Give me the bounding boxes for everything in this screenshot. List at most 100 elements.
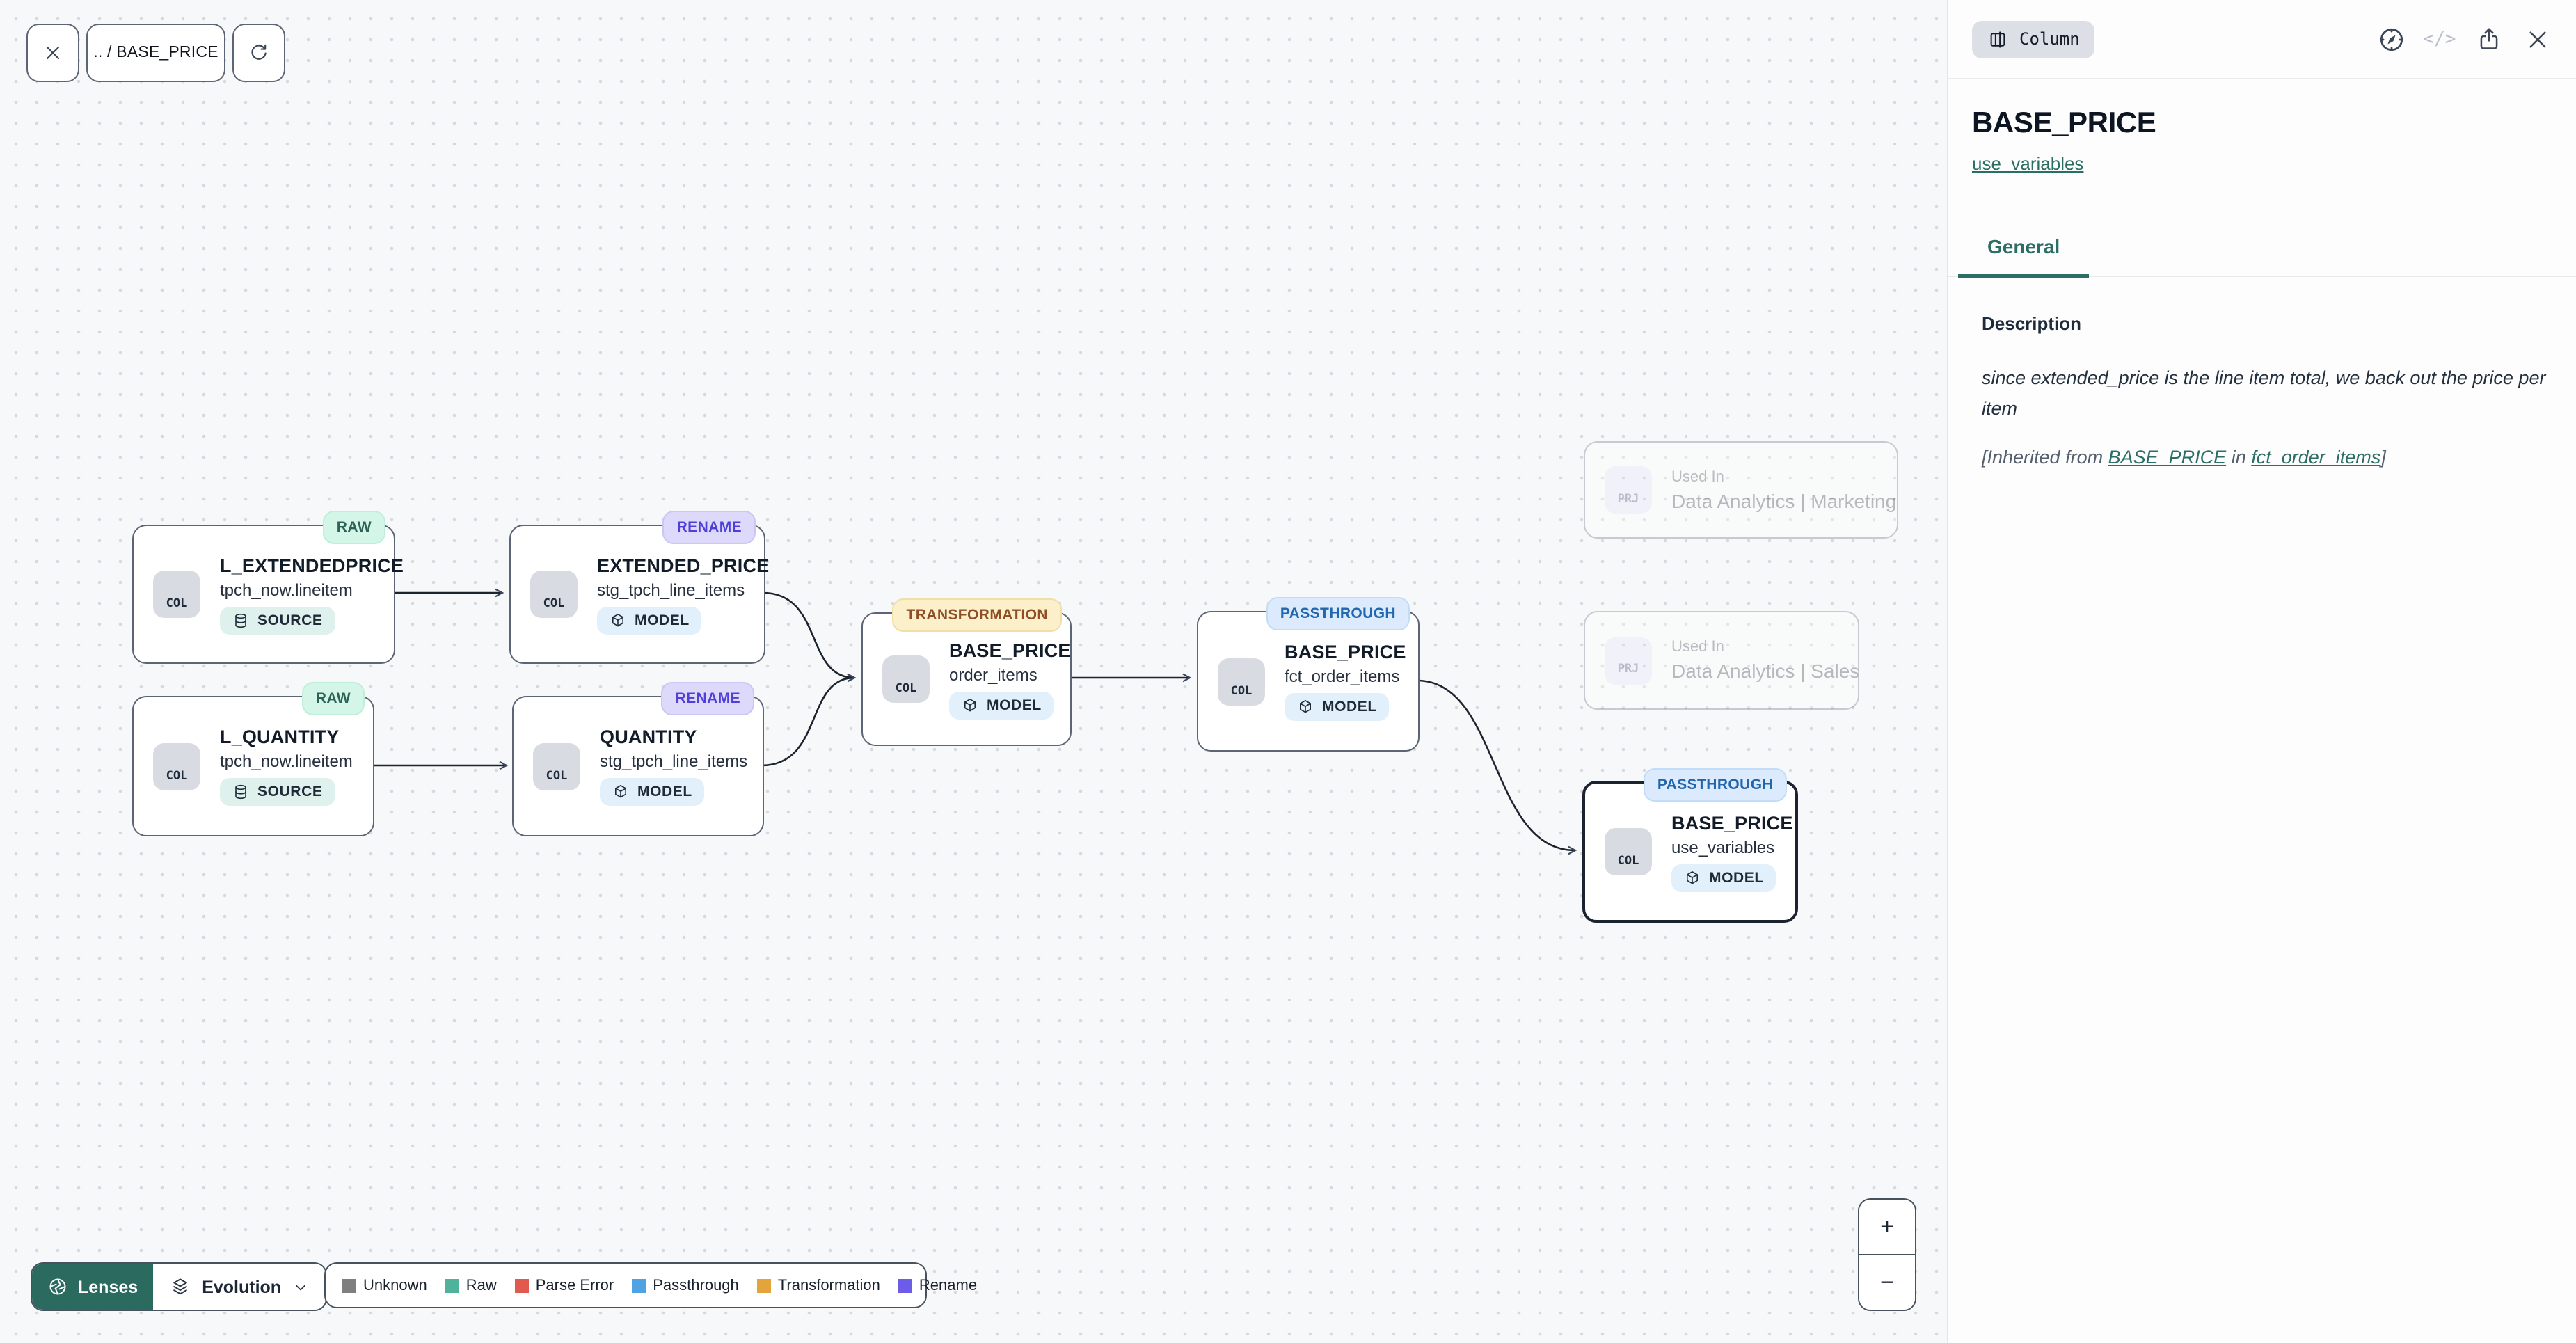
- zoom-out-button[interactable]: −: [1859, 1255, 1915, 1310]
- columns-icon: [166, 578, 187, 598]
- share-button[interactable]: [2472, 22, 2505, 56]
- cube-icon: [612, 784, 629, 800]
- cube-icon: [610, 612, 626, 628]
- refresh-icon: [248, 42, 270, 64]
- used-in-node-sales[interactable]: PRJ Used In Data Analytics | Sales: [1584, 611, 1859, 710]
- columns-icon: [546, 749, 567, 770]
- node-text: L_QUANTITY tpch_now.lineitem SOURCE: [220, 726, 353, 806]
- columns-icon: [1987, 29, 2008, 49]
- inherited-note: [Inherited from BASE_PRICE in fct_order_…: [1982, 443, 2555, 472]
- columns-icon: [166, 749, 187, 770]
- col-label: COL: [1618, 856, 1639, 868]
- lens-badge-rename: RENAME: [662, 682, 754, 715]
- legend-item-raw: Raw: [445, 1277, 497, 1294]
- close-icon: [42, 42, 64, 64]
- kind-label: MODEL: [1322, 699, 1377, 715]
- lenses-button[interactable]: Lenses: [32, 1264, 153, 1310]
- node-extended-price[interactable]: RENAME COL EXTENDED_PRICE stg_tpch_line_…: [509, 525, 765, 664]
- node-body: COL QUANTITY stg_tpch_line_items MODEL: [514, 697, 763, 835]
- used-in-name: Data Analytics | Sales: [1671, 660, 1859, 682]
- archive-icon: [1619, 644, 1638, 664]
- project-type-chip: PRJ: [1605, 466, 1652, 514]
- used-in-text: Used In Data Analytics | Marketing: [1671, 468, 1896, 511]
- node-title: QUANTITY: [600, 726, 697, 747]
- inherited-column-link[interactable]: BASE_PRICE: [2108, 447, 2227, 468]
- navigate-button[interactable]: [2374, 22, 2408, 56]
- lens-badge-rename: RENAME: [663, 511, 756, 544]
- column-type-chip: COL: [1605, 828, 1652, 875]
- breadcrumb[interactable]: .. / BASE_PRICE: [86, 24, 225, 82]
- kind-pill: SOURCE: [220, 778, 335, 806]
- node-base-price-order-items[interactable]: TRANSFORMATION COL BASE_PRICE order_item…: [861, 612, 1072, 746]
- columns-icon: [1618, 835, 1639, 856]
- close-panel-button[interactable]: [2520, 22, 2554, 56]
- column-type-chip: COL: [153, 571, 200, 618]
- prj-label: PRJ: [1618, 664, 1639, 676]
- col-label: COL: [546, 770, 568, 783]
- column-type-chip: COL: [882, 655, 930, 703]
- used-in-node-marketing[interactable]: PRJ Used In Data Analytics | Marketing: [1584, 441, 1898, 539]
- node-title: BASE_PRICE: [1671, 812, 1793, 833]
- node-l-extendedprice[interactable]: RAW COL L_EXTENDEDPRICE tpch_now.lineite…: [132, 525, 395, 664]
- legend-item-parse-error: Parse Error: [515, 1277, 614, 1294]
- model-link[interactable]: use_variables: [1972, 153, 2083, 174]
- node-body: COL BASE_PRICE order_items MODEL: [863, 614, 1070, 745]
- legend-item-transformation: Transformation: [757, 1277, 880, 1294]
- lens-view-dropdown[interactable]: Evolution: [153, 1264, 326, 1310]
- edge-fctorderitems-usevariables: [1417, 681, 1575, 850]
- node-title: BASE_PRICE: [949, 639, 1071, 660]
- legend-item-passthrough: Passthrough: [632, 1277, 739, 1294]
- kind-label: MODEL: [1709, 869, 1764, 886]
- node-subtitle: use_variables: [1671, 837, 1774, 857]
- zoom-in-button[interactable]: +: [1859, 1200, 1915, 1255]
- columns-icon: [1231, 665, 1252, 685]
- database-icon: [232, 612, 249, 628]
- model-link-row: use_variables: [1972, 153, 2554, 174]
- col-label: COL: [896, 683, 917, 696]
- col-label: COL: [543, 598, 565, 611]
- code-icon[interactable]: </>: [2423, 22, 2456, 56]
- lens-view-label: Evolution: [202, 1277, 281, 1296]
- kind-pill: SOURCE: [220, 606, 335, 634]
- node-subtitle: stg_tpch_line_items: [600, 752, 747, 771]
- col-label: COL: [166, 770, 188, 783]
- inherited-model-link[interactable]: fct_order_items: [2251, 447, 2380, 468]
- project-type-chip: PRJ: [1605, 637, 1652, 684]
- kind-label: SOURCE: [257, 612, 322, 628]
- description-text: since extended_price is the line item to…: [1982, 363, 2555, 424]
- columns-icon: [543, 578, 564, 598]
- node-title: BASE_PRICE: [1285, 642, 1406, 662]
- lenses-label: Lenses: [78, 1277, 138, 1296]
- cube-icon: [962, 697, 978, 713]
- node-l-quantity[interactable]: RAW COL L_QUANTITY tpch_now.lineitem SOU…: [132, 696, 374, 836]
- page-title: BASE_PRICE: [1972, 107, 2554, 141]
- columns-icon: [896, 662, 916, 683]
- node-title: EXTENDED_PRICE: [597, 555, 769, 575]
- lens-badge-passthrough: PASSTHROUGH: [1266, 597, 1410, 630]
- kind-label: MODEL: [637, 784, 692, 800]
- panel-body: Description since extended_price is the …: [1948, 277, 2576, 472]
- compass-icon: [2376, 24, 2406, 54]
- kind-label: MODEL: [635, 612, 690, 628]
- legend-swatch: [632, 1278, 646, 1292]
- col-label: COL: [1231, 685, 1253, 698]
- refresh-button[interactable]: [232, 24, 285, 82]
- node-text: BASE_PRICE use_variables MODEL: [1671, 812, 1793, 891]
- node-body: COL BASE_PRICE use_variables MODEL: [1585, 784, 1795, 920]
- kind-pill: MODEL: [1285, 693, 1390, 721]
- lens-legend: Unknown Raw Parse Error Passthrough Tran…: [324, 1262, 927, 1308]
- node-title: L_EXTENDEDPRICE: [220, 555, 404, 575]
- close-graph-button[interactable]: [26, 24, 79, 82]
- used-in-text: Used In Data Analytics | Sales: [1671, 639, 1859, 682]
- node-base-price-fct-order-items[interactable]: PASSTHROUGH COL BASE_PRICE fct_order_ite…: [1197, 611, 1420, 752]
- node-body: COL L_EXTENDEDPRICE tpch_now.lineitem SO…: [134, 526, 394, 662]
- node-text: QUANTITY stg_tpch_line_items MODEL: [600, 726, 747, 806]
- panel-header: Column </>: [1948, 0, 2576, 79]
- node-subtitle: stg_tpch_line_items: [597, 580, 745, 599]
- tab-general[interactable]: General: [1987, 235, 2060, 276]
- node-subtitle: fct_order_items: [1285, 667, 1399, 686]
- lenses-control: Lenses Evolution: [31, 1262, 327, 1311]
- node-title: L_QUANTITY: [220, 726, 340, 747]
- node-base-price-use-variables[interactable]: PASSTHROUGH COL BASE_PRICE use_variables…: [1582, 781, 1798, 923]
- node-quantity[interactable]: RENAME COL QUANTITY stg_tpch_line_items …: [512, 696, 764, 836]
